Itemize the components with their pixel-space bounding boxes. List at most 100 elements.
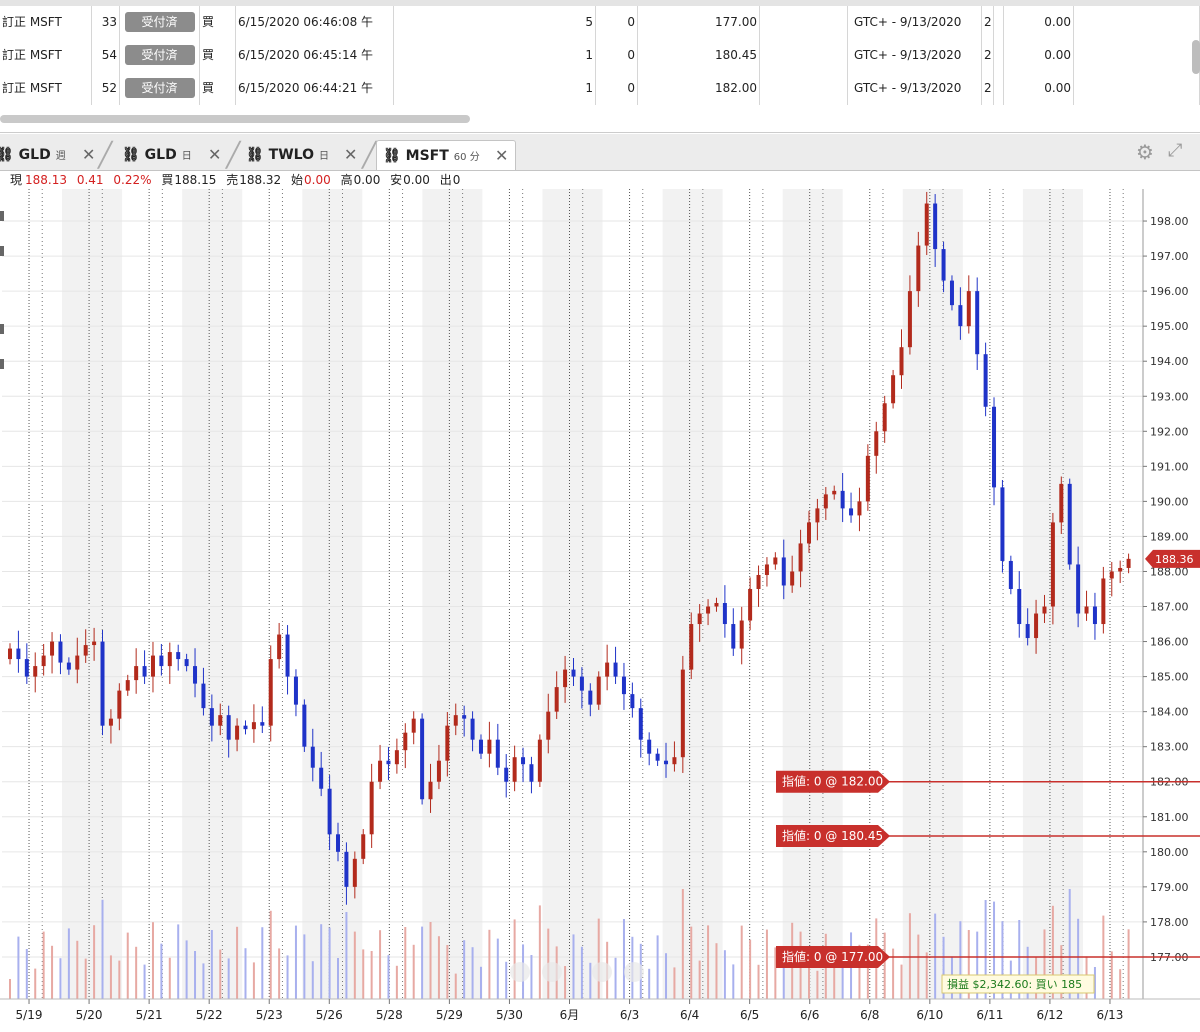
candle-body: [949, 280, 954, 306]
candle-body: [361, 834, 366, 859]
day-shade: [542, 189, 603, 999]
candle-body: [992, 406, 997, 488]
order-row[interactable]: 訂正 MSFT 54 受付済買 6/15/2020 06:45:14 午 1 0 180.4…: [0, 39, 1200, 73]
candle-body: [83, 645, 88, 656]
horizontal-scrollbar[interactable]: [0, 115, 470, 123]
close-icon[interactable]: ✕: [208, 140, 221, 170]
x-tick-label: 5/28: [376, 1008, 403, 1022]
volume-bar: [101, 899, 104, 999]
volume-bar: [589, 962, 592, 999]
volume-bar: [656, 935, 659, 999]
x-tick-label: 6/11: [976, 1008, 1003, 1022]
candle-body: [344, 851, 349, 887]
candle-body: [773, 557, 778, 565]
tab-period: 週: [55, 151, 66, 162]
y-tick-label: 195.00: [1150, 320, 1189, 333]
candle-body: [277, 634, 282, 660]
order-side: 買: [200, 72, 236, 105]
order-type: 訂正 MSFT: [0, 39, 92, 72]
toolbar-marker[interactable]: [0, 211, 4, 221]
close-icon[interactable]: ✕: [82, 140, 95, 170]
candle-body: [369, 781, 374, 835]
volume-bar: [505, 961, 508, 999]
candle-body: [1042, 606, 1047, 614]
candle-body: [327, 788, 332, 835]
volume-bar: [387, 955, 390, 999]
toolbar-marker[interactable]: [0, 359, 4, 369]
x-tick-label: 5/29: [436, 1008, 463, 1022]
candle-body: [176, 652, 181, 660]
day-shade: [422, 189, 483, 999]
order-type: 訂正 MSFT: [0, 72, 92, 105]
order-qty: 1: [394, 39, 596, 72]
y-tick-label: 184.00: [1150, 706, 1189, 719]
candle-body: [933, 203, 938, 250]
volume-bar: [471, 947, 474, 999]
volume-bar: [463, 940, 466, 999]
gear-icon[interactable]: ⚙: [1136, 140, 1154, 164]
candle-body: [655, 753, 660, 761]
order-filled: 0: [596, 39, 638, 72]
y-tick-label: 185.00: [1150, 671, 1189, 684]
scroll-right-icon[interactable]: [592, 962, 612, 982]
toolbar-marker[interactable]: [0, 324, 4, 334]
bid-label: 買: [161, 173, 174, 187]
candle-body: [336, 834, 341, 852]
tab-gld-daily[interactable]: ⛓ GLD 日 ✕ ╱: [122, 140, 240, 170]
scroll-right-icon[interactable]: [624, 962, 644, 982]
volume-bar: [496, 938, 499, 999]
close-icon[interactable]: ✕: [495, 141, 508, 171]
candle-body: [386, 760, 391, 765]
order-row[interactable]: 訂正 MSFT 52 受付済買 6/15/2020 06:44:21 午 1 0 182.0…: [0, 72, 1200, 106]
scroll-left-icon[interactable]: [510, 962, 530, 982]
candle-body: [167, 652, 172, 667]
volume-bar: [665, 953, 668, 999]
candle-body: [781, 557, 786, 586]
order-cell-empty: [1074, 6, 1200, 39]
candle-body: [529, 764, 534, 782]
candle-body: [487, 739, 492, 754]
candle-body: [966, 291, 971, 327]
order-row[interactable]: 訂正 MSFT 33 受付済買 6/15/2020 06:46:08 午 5 0 177.0…: [0, 6, 1200, 40]
candle-body: [260, 722, 265, 726]
candle-body: [100, 641, 105, 726]
change-percent: 0.22%: [113, 173, 152, 187]
candle-body: [1084, 606, 1089, 614]
link-icon: ⛓: [122, 147, 140, 163]
tab-separator: ╱: [98, 141, 113, 169]
volume-bar: [925, 952, 928, 999]
x-tick-label: 6/4: [680, 1008, 699, 1022]
tab-msft-60min[interactable]: ⛓ MSFT 60 分 ✕: [376, 140, 516, 170]
scroll-left-icon[interactable]: [542, 962, 562, 982]
candle-body: [1092, 606, 1097, 625]
candle-body: [394, 750, 399, 765]
volume-bar: [177, 924, 180, 999]
candle-body: [352, 858, 357, 887]
candle-body: [706, 606, 711, 614]
volume-bar: [84, 958, 87, 999]
order-cell-empty: [994, 39, 1004, 72]
x-tick-label: 5/23: [256, 1008, 283, 1022]
low-price: 0.00: [403, 173, 430, 187]
close-icon[interactable]: ✕: [344, 140, 357, 170]
candle-body: [941, 249, 946, 281]
expand-icon[interactable]: ⤢: [1168, 140, 1182, 161]
candle-body: [697, 613, 702, 625]
tab-gld-weekly[interactable]: ⛓ GLD 週 ✕ ╱: [0, 140, 112, 170]
order-amount: 0.00: [1004, 39, 1074, 72]
price-chart[interactable]: 177.00178.00179.00180.00181.00182.00183.…: [0, 189, 1200, 1032]
quote-bar: 現 188.13 0.41 0.22% 買188.15 売188.32 始0.00…: [0, 171, 1200, 189]
volume-bar: [690, 926, 693, 999]
candle-body: [832, 490, 837, 495]
vertical-scrollbar[interactable]: [1192, 40, 1200, 74]
low-label: 安: [390, 173, 403, 187]
volume-bar: [59, 958, 62, 999]
candle-body: [1008, 560, 1013, 589]
order-status-cell: 受付済: [120, 6, 200, 39]
tab-twlo-daily[interactable]: ⛓ TWLO 日 ✕ ╱: [246, 140, 376, 170]
volume-bar: [513, 919, 516, 999]
candle-body: [680, 669, 685, 758]
volume-bar: [707, 925, 710, 999]
volume-bar: [160, 943, 163, 999]
toolbar-marker[interactable]: [0, 246, 4, 256]
